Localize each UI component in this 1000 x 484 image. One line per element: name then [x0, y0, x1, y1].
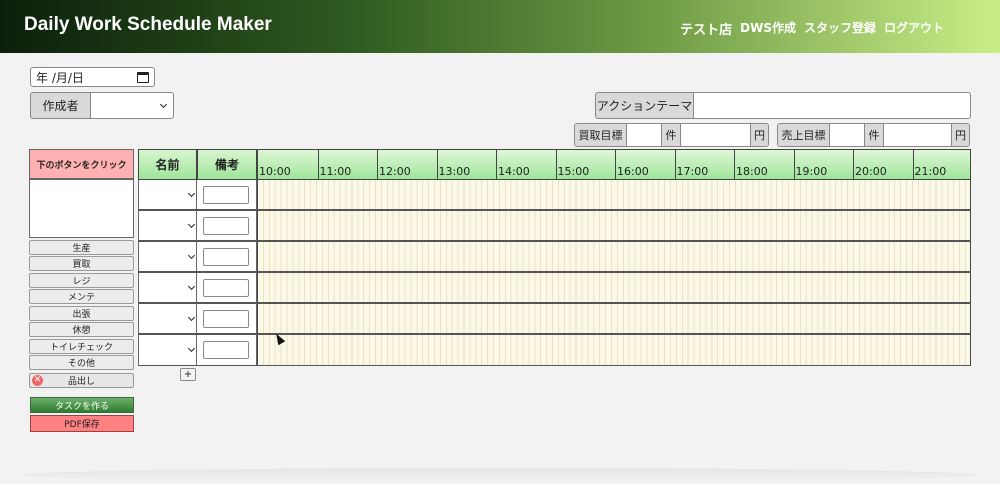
purchase-yen-input[interactable] — [681, 124, 750, 146]
task-button-production[interactable]: 生産 — [29, 240, 134, 255]
action-theme-input[interactable] — [693, 92, 971, 119]
sales-yen-unit: 円 — [951, 124, 969, 146]
task-button-toilet-check[interactable]: トイレチェック — [29, 339, 134, 354]
date-input[interactable]: 年 /月/日 — [30, 67, 155, 87]
schedule-row — [138, 211, 971, 242]
purchase-yen-unit: 円 — [750, 124, 768, 146]
note-input[interactable] — [203, 310, 249, 328]
hour-label: 13:00 — [436, 150, 497, 179]
column-header-note: 備考 — [197, 149, 257, 180]
row-divider — [138, 365, 971, 366]
note-input[interactable] — [203, 341, 249, 359]
hour-label: 15:00 — [555, 150, 616, 179]
sales-count-unit: 件 — [864, 124, 884, 146]
staff-name-select[interactable] — [138, 211, 197, 242]
staff-name-select[interactable] — [138, 242, 197, 273]
page-shadow — [20, 468, 980, 482]
date-placeholder: 年 /月/日 — [36, 70, 84, 85]
note-cell — [197, 273, 257, 304]
nav-store-name[interactable]: テスト店 — [680, 19, 732, 38]
time-header: 10:00 11:00 12:00 13:00 14:00 15:00 16:0… — [257, 149, 971, 180]
hour-label: 12:00 — [377, 150, 437, 179]
note-input[interactable] — [203, 248, 249, 266]
task-button-register[interactable]: レジ — [29, 273, 134, 288]
nav-logout[interactable]: ログアウト — [884, 19, 944, 38]
timeline-cells[interactable] — [257, 242, 971, 273]
task-button-stocking-label: 品出し — [67, 377, 95, 387]
note-cell — [197, 242, 257, 273]
timeline-cells[interactable] — [257, 273, 971, 304]
task-button-other[interactable]: その他 — [29, 355, 134, 370]
schedule-row — [138, 242, 971, 273]
timeline-cells[interactable] — [257, 335, 971, 366]
sales-count-input[interactable] — [830, 124, 864, 146]
hour-label: 14:00 — [496, 150, 556, 179]
task-button-purchase[interactable]: 買取 — [29, 256, 134, 271]
schedule-row — [138, 304, 971, 335]
column-header-name: 名前 — [138, 149, 197, 180]
purchase-count-input[interactable] — [627, 124, 661, 146]
chevron-down-icon — [187, 220, 196, 229]
nav-staff-register[interactable]: スタッフ登録 — [804, 19, 876, 38]
palette-header: 下のボタンをクリック — [29, 149, 134, 179]
chevron-down-icon — [187, 344, 196, 353]
schedule-row — [138, 335, 971, 366]
sales-target-label: 売上目標 — [778, 124, 830, 146]
purchase-count-unit: 件 — [661, 124, 681, 146]
add-row-button[interactable]: + — [180, 368, 196, 381]
hour-label: 17:00 — [674, 150, 735, 179]
staff-name-select[interactable] — [138, 335, 197, 366]
timeline-cells[interactable] — [257, 211, 971, 242]
note-cell — [197, 211, 257, 242]
hour-label: 19:00 — [793, 150, 854, 179]
hour-label: 16:00 — [615, 150, 675, 179]
hour-label: 10:00 — [259, 165, 291, 178]
palette-preview-box — [29, 179, 134, 238]
note-input[interactable] — [203, 186, 249, 204]
note-cell — [197, 304, 257, 335]
sales-target-group: 売上目標 件 円 — [777, 123, 970, 147]
task-button-business-trip[interactable]: 出張 — [29, 306, 134, 321]
staff-name-select[interactable] — [138, 180, 197, 211]
note-cell — [197, 180, 257, 211]
app-title: Daily Work Schedule Maker — [24, 14, 272, 35]
staff-name-select[interactable] — [138, 304, 197, 335]
top-nav: テスト店 DWS作成 スタッフ登録 ログアウト — [680, 19, 944, 38]
schedule-row — [138, 273, 971, 304]
chevron-down-icon — [159, 100, 168, 109]
staff-name-select[interactable] — [138, 273, 197, 304]
hour-label: 21:00 — [912, 150, 973, 179]
task-button-break[interactable]: 休憩 — [29, 322, 134, 337]
sales-yen-input[interactable] — [884, 124, 951, 146]
calendar-icon[interactable] — [137, 71, 149, 83]
chevron-down-icon — [187, 313, 196, 322]
nav-dws-create[interactable]: DWS作成 — [740, 19, 796, 38]
pdf-save-button[interactable]: PDF保存 — [30, 415, 134, 432]
author-label: 作成者 — [30, 92, 90, 119]
purchase-target-group: 買取目標 件 円 — [574, 123, 769, 147]
note-input[interactable] — [203, 279, 249, 297]
schedule-row — [138, 180, 971, 211]
chevron-down-icon — [187, 282, 196, 291]
action-theme-label: アクションテーマ — [595, 92, 693, 119]
task-button-stocking[interactable]: ✕ 品出し — [29, 373, 134, 388]
author-select[interactable] — [90, 92, 174, 119]
note-cell — [197, 335, 257, 366]
note-input[interactable] — [203, 217, 249, 235]
chevron-down-icon — [187, 189, 196, 198]
chevron-down-icon — [187, 251, 196, 260]
make-task-button[interactable]: タスクを作る — [30, 397, 134, 413]
hour-label: 20:00 — [853, 150, 913, 179]
hour-label: 11:00 — [317, 150, 378, 179]
close-circle-icon[interactable]: ✕ — [32, 375, 43, 386]
hour-label: 18:00 — [734, 150, 794, 179]
timeline-cells[interactable] — [257, 180, 971, 211]
task-button-maintenance[interactable]: メンテ — [29, 289, 134, 304]
timeline-cells[interactable] — [257, 304, 971, 335]
app-header: Daily Work Schedule Maker テスト店 DWS作成 スタッ… — [0, 0, 1000, 53]
purchase-target-label: 買取目標 — [575, 124, 627, 146]
